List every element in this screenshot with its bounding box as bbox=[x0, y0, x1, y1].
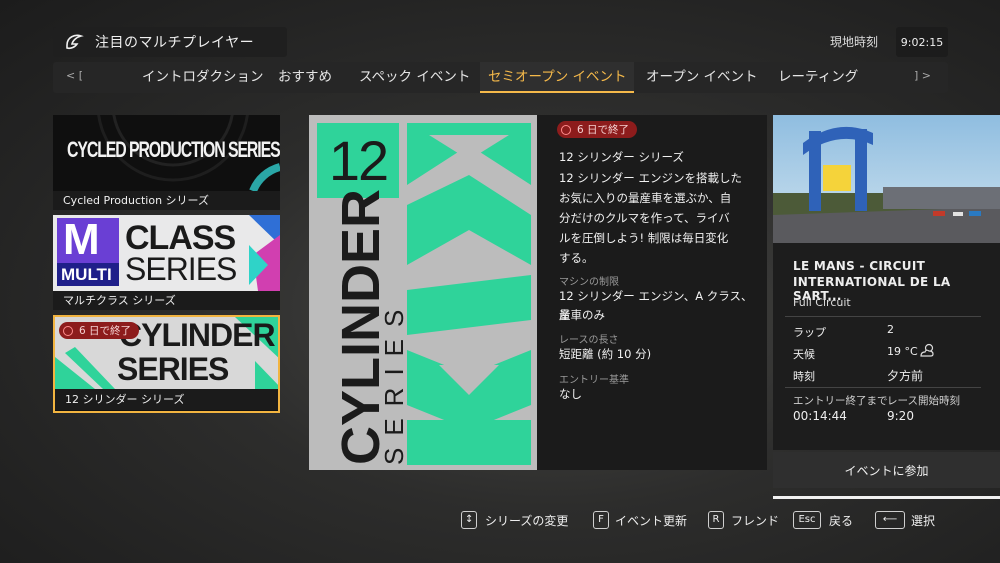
series-art-text: SERIES bbox=[117, 351, 229, 387]
description-line: お気に入りの量産車を選ぶか、自 bbox=[559, 191, 732, 205]
partly-cloudy-icon bbox=[920, 343, 934, 357]
tab-recommended[interactable]: おすすめ bbox=[278, 62, 332, 93]
entry-close-label: エントリー終了まで bbox=[793, 395, 888, 407]
time-remaining-text: 6 日で終了 bbox=[577, 124, 630, 136]
series-card-label: Cycled Production シリーズ bbox=[53, 191, 280, 210]
laps-label: ラップ bbox=[793, 326, 826, 339]
friends-hint[interactable]: フレンド bbox=[731, 512, 779, 529]
clock-icon bbox=[561, 124, 571, 135]
car-restriction-line: 産車のみ bbox=[559, 308, 605, 322]
local-time-value: 9:02:15 bbox=[896, 27, 948, 57]
track-name-line1: LE MANS - CIRCUIT bbox=[793, 259, 926, 273]
weather-value: 19 °C bbox=[887, 345, 918, 358]
track-layout: Full Circuit bbox=[793, 296, 851, 309]
section-title-box: 注目のマルチプレイヤー bbox=[53, 27, 287, 57]
laps-value: 2 bbox=[887, 323, 894, 336]
time-remaining-badge: 6 日で終了 bbox=[59, 322, 140, 339]
clock-icon bbox=[63, 325, 73, 336]
cylinder-art-text: CYLINDER bbox=[119, 317, 276, 353]
esc-key-icon: Esc bbox=[793, 511, 821, 529]
weather-label: 天候 bbox=[793, 348, 815, 361]
series-card-label: マルチクラス シリーズ bbox=[53, 291, 280, 310]
select-hint[interactable]: 選択 bbox=[911, 512, 935, 529]
join-event-button[interactable]: イベントに参加 bbox=[773, 452, 1000, 488]
description-line: する。 bbox=[559, 251, 594, 265]
multi-badge-word: MULTI bbox=[61, 265, 112, 284]
tab-rating[interactable]: レーティング bbox=[778, 62, 858, 93]
game-menu-screen: { "header": { "title": "注目のマルチプレイヤー", "c… bbox=[0, 0, 1000, 563]
track-photo bbox=[773, 115, 1000, 243]
series-art-text: SERIES bbox=[125, 251, 237, 287]
tab-semi-open-events[interactable]: セミオープン イベント bbox=[480, 62, 635, 93]
time-remaining-badge: 6 日で終了 bbox=[557, 121, 638, 138]
series-hero-image: CYLINDER SERIES 12 bbox=[309, 115, 537, 470]
description-line: 分だけのクルマを作って、ライバ bbox=[559, 211, 730, 225]
series-card-art: CYLINDER SERIES 6 日で終了 bbox=[55, 317, 278, 389]
le-mans-track-image bbox=[773, 115, 1000, 243]
race-start-label: レース開始時刻 bbox=[887, 395, 960, 407]
hero-series-text: SERIES bbox=[379, 298, 409, 465]
back-hint[interactable]: 戻る bbox=[829, 512, 853, 529]
entry-close-countdown: 00:14:44 bbox=[793, 409, 847, 423]
tab-open-events[interactable]: オープン イベント bbox=[646, 62, 757, 93]
series-details-panel: 6 日で終了 12 シリンダー シリーズ 12 シリンダー エンジンを搭載した … bbox=[537, 115, 767, 470]
entry-criteria-value: なし bbox=[559, 387, 582, 401]
series-card-multi-class[interactable]: M MULTI CLASS SERIES マルチクラス シリーズ bbox=[53, 215, 280, 310]
refresh-events-hint[interactable]: イベント更新 bbox=[615, 512, 687, 529]
refresh-key-icon: F bbox=[593, 511, 609, 529]
series-name: 12 シリンダー シリーズ bbox=[559, 150, 684, 164]
divider bbox=[785, 387, 981, 388]
series-card-cycled-production[interactable]: CYCLED PRODUCTION SERIES Cycled Producti… bbox=[53, 115, 280, 210]
race-start-time: 9:20 bbox=[887, 409, 914, 423]
time-remaining-text: 6 日で終了 bbox=[79, 325, 132, 337]
multi-badge-letter: M bbox=[63, 215, 100, 264]
change-series-hint[interactable]: シリーズの変更 bbox=[485, 512, 568, 529]
time-of-day-value: 夕方前 bbox=[887, 369, 924, 383]
tab-prev-button[interactable]: < [ bbox=[66, 69, 83, 82]
hero-number: 12 bbox=[328, 129, 389, 192]
local-time-label: 現地時刻 bbox=[830, 35, 879, 49]
description-line: 12 シリンダー エンジンを搭載した bbox=[559, 171, 742, 185]
tab-introduction[interactable]: イントロダクション bbox=[142, 62, 264, 93]
description-line: ルを圧倒しよう! 制限は毎日変化 bbox=[559, 231, 729, 245]
time-of-day-label: 時刻 bbox=[793, 370, 815, 383]
cycled-series-art-text: CYCLED PRODUCTION SERIES bbox=[67, 137, 280, 162]
race-length-value: 短距離 (約 10 分) bbox=[559, 347, 652, 361]
tab-next-button[interactable]: ] > bbox=[914, 69, 931, 82]
series-card-art: CYCLED PRODUCTION SERIES bbox=[53, 115, 280, 191]
friends-key-icon: R bbox=[708, 511, 724, 529]
series-card-label: 12 シリンダー シリーズ bbox=[55, 389, 278, 410]
series-card-art: M MULTI CLASS SERIES bbox=[53, 215, 280, 291]
race-length-label: レースの長さ bbox=[559, 335, 619, 346]
enter-key-icon: ⟵ bbox=[875, 511, 905, 529]
series-card-12-cylinder-selected[interactable]: CYLINDER SERIES 6 日で終了 12 シリンダー シリーズ bbox=[53, 315, 280, 413]
page-title: 注目のマルチプレイヤー bbox=[95, 35, 255, 51]
tab-spec-events[interactable]: スペック イベント bbox=[359, 62, 470, 93]
change-series-key-icon: ↕ bbox=[461, 511, 478, 529]
entry-criteria-label: エントリー基準 bbox=[559, 375, 629, 386]
divider bbox=[785, 316, 981, 317]
forza-logo-icon bbox=[66, 34, 84, 50]
car-restriction-label: マシンの制限 bbox=[559, 277, 619, 288]
join-button-underline bbox=[773, 496, 1000, 499]
